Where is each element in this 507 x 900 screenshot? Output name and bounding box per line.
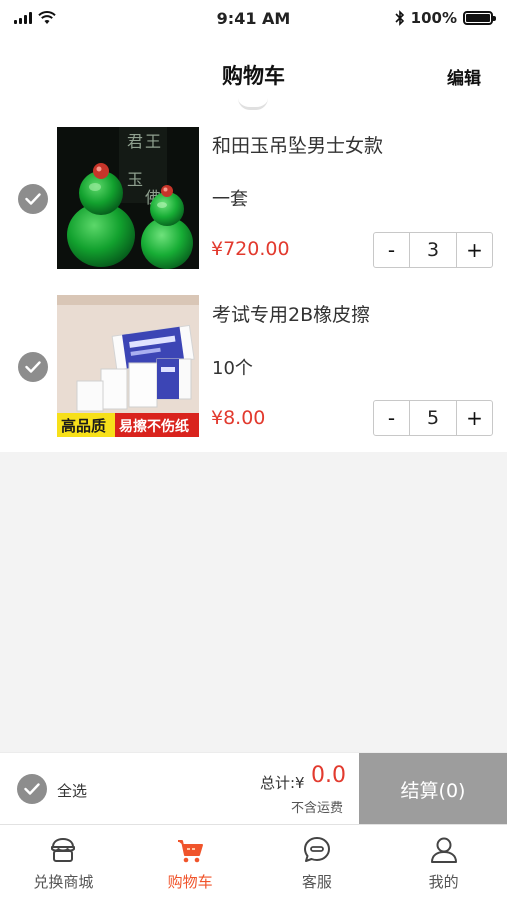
cart-item: 君 王 玉 佛 和田玉吊坠男士女款 一套 ¥720.00 - 3 +: [0, 110, 507, 270]
pull-refresh-indicator: [238, 98, 268, 110]
checkmark-icon: [25, 361, 41, 373]
item-price: ¥720.00: [211, 238, 290, 260]
tab-label: 购物车: [167, 873, 213, 891]
cart-item: 高品质 易擦不伤纸 考试专用2B橡皮擦 10个 ¥8.00 - 5 +: [0, 280, 507, 440]
settle-button[interactable]: 结算(0): [359, 753, 507, 825]
tab-customer-service[interactable]: 客服: [254, 825, 381, 900]
increment-button[interactable]: +: [457, 401, 492, 435]
svg-text:玉: 玉: [127, 170, 143, 189]
wifi-icon: [38, 11, 56, 24]
item-spec: 10个: [212, 358, 253, 379]
item-select-checkbox[interactable]: [18, 352, 48, 382]
svg-text:君: 君: [127, 132, 143, 151]
item-spec: 一套: [212, 189, 248, 210]
total-label: 总计:¥: [260, 774, 305, 792]
increment-button[interactable]: +: [457, 233, 492, 267]
item-price: ¥8.00: [211, 407, 266, 429]
tab-label: 兑换商城: [33, 873, 94, 891]
bluetooth-icon: [395, 10, 404, 26]
quantity-stepper: - 5 +: [373, 400, 493, 436]
battery-icon: [462, 11, 496, 25]
select-all-checkbox[interactable]: [17, 774, 47, 804]
cart-icon: [175, 835, 205, 865]
decrement-button[interactable]: -: [374, 401, 409, 435]
total-value: 0.0: [311, 763, 346, 788]
select-all-label[interactable]: 全选: [57, 780, 87, 801]
item-select-checkbox[interactable]: [18, 184, 48, 214]
checkout-bar: 全选 总计:¥ 0.0 不含运费 结算(0): [0, 752, 507, 825]
freight-note: 不含运费: [291, 801, 344, 816]
empty-area: [0, 452, 507, 752]
quantity-stepper: - 3 +: [373, 232, 493, 268]
page-title: 购物车: [222, 64, 285, 88]
product-image-jade-pendant[interactable]: 君 王 玉 佛: [57, 127, 199, 269]
edit-button[interactable]: 编辑: [447, 64, 481, 89]
status-bar: 9:41 AM 100%: [0, 0, 507, 36]
tab-exchange-mall[interactable]: 兑换商城: [0, 825, 127, 900]
cart-list: 君 王 玉 佛 和田玉吊坠男士女款 一套 ¥720.00 - 3 + 高品质 易…: [0, 110, 507, 452]
eraser-banner-right: 易擦不伤纸: [119, 418, 189, 435]
item-name[interactable]: 考试专用2B橡皮擦: [212, 300, 370, 327]
eraser-banner-left: 高品质: [61, 417, 106, 435]
checkmark-icon: [24, 783, 40, 795]
user-icon: [429, 835, 459, 865]
decrement-button[interactable]: -: [374, 233, 409, 267]
status-right: 100%: [373, 9, 496, 27]
nav-bar: 购物车 编辑: [0, 44, 507, 106]
svg-text:王: 王: [145, 132, 161, 151]
checkmark-icon: [25, 193, 41, 205]
status-indicators: [14, 11, 134, 25]
chat-icon: [302, 835, 332, 865]
signal-icon: [14, 12, 32, 24]
battery-percent: 100%: [410, 9, 457, 27]
status-time: 9:41 AM: [216, 8, 291, 28]
tab-cart[interactable]: 购物车: [127, 825, 254, 900]
tab-label: 我的: [428, 873, 459, 891]
shop-icon: [48, 835, 78, 865]
tab-label: 客服: [301, 873, 332, 891]
tab-bar: 兑换商城 购物车 客服 我的: [0, 824, 507, 900]
quantity-value[interactable]: 5: [409, 401, 457, 435]
item-name[interactable]: 和田玉吊坠男士女款: [212, 131, 383, 158]
product-image-eraser[interactable]: 高品质 易擦不伤纸: [57, 295, 199, 437]
quantity-value[interactable]: 3: [409, 233, 457, 267]
tab-mine[interactable]: 我的: [380, 825, 507, 900]
